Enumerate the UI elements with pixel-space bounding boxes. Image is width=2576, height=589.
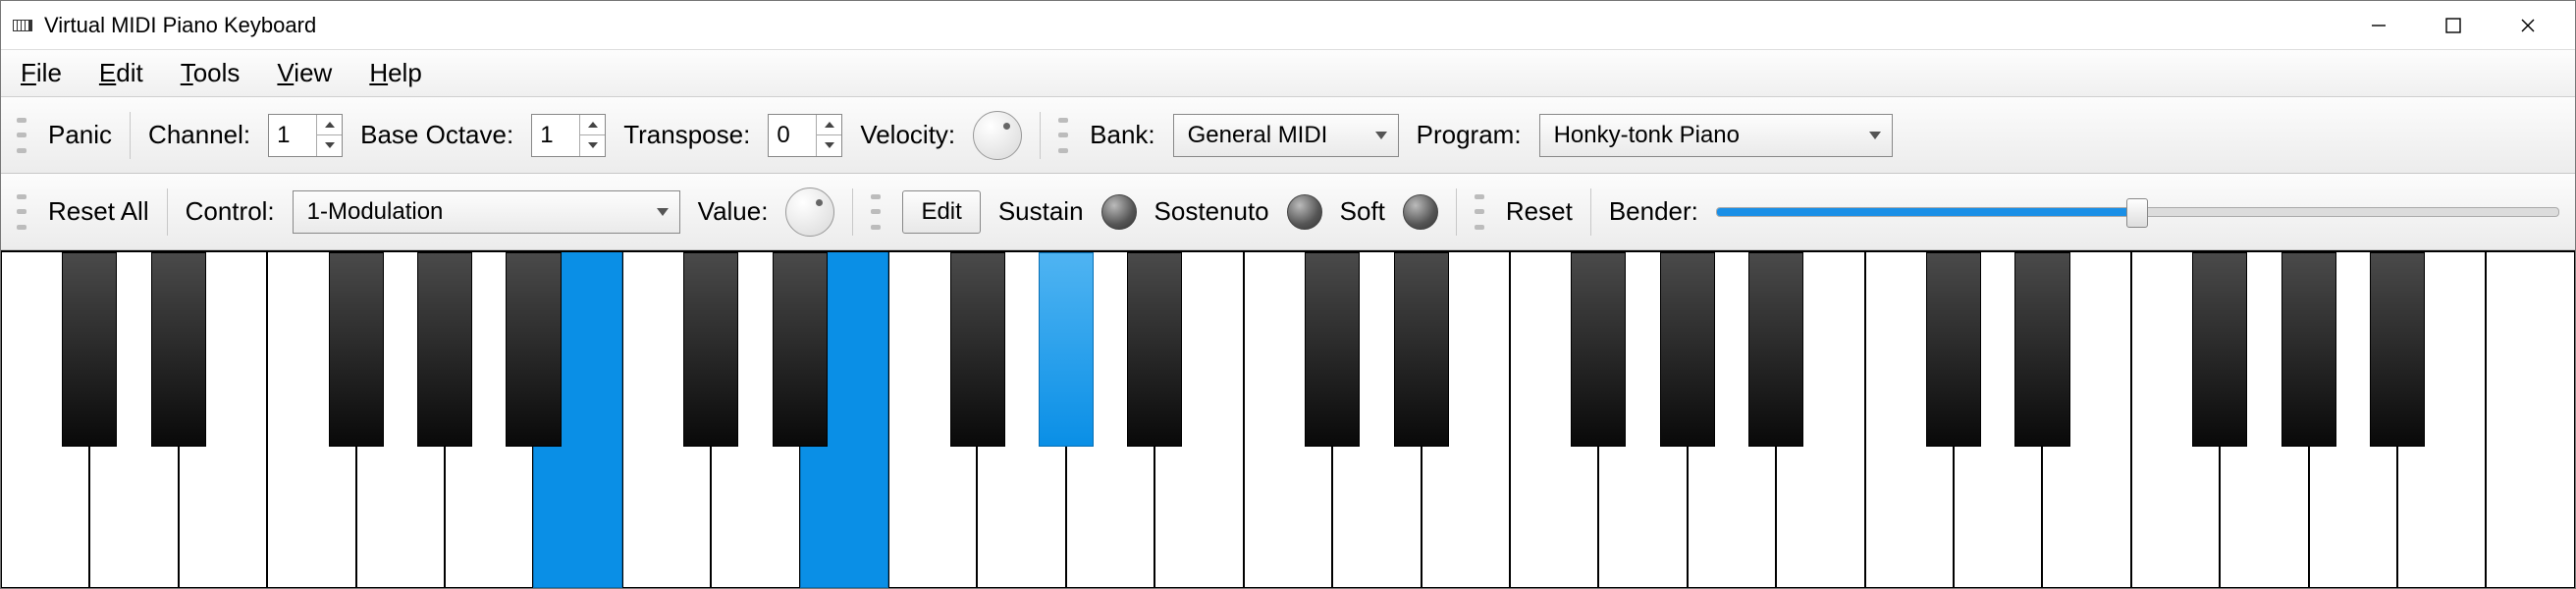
grip-icon [17,118,27,153]
control-value: 1-Modulation [307,198,444,226]
black-key[interactable] [1926,252,1981,447]
program-value: Honky-tonk Piano [1554,122,1740,149]
bender-label: Bender: [1609,196,1698,227]
velocity-knob[interactable] [973,111,1022,160]
bender-thumb[interactable] [2126,198,2148,228]
base-octave-spinbox[interactable] [531,114,606,157]
black-key[interactable] [773,252,828,447]
grip-icon [1058,118,1068,153]
menubar: File Edit Tools View Help [1,50,2575,97]
reset-button[interactable]: Reset [1506,196,1573,227]
window-title: Virtual MIDI Piano Keyboard [44,13,316,38]
transpose-label: Transpose: [623,120,750,150]
reset-all-button[interactable]: Reset All [48,196,149,227]
transpose-up[interactable] [817,115,841,136]
value-label: Value: [698,196,769,227]
channel-up[interactable] [317,115,342,136]
toolbar-main: Panic Channel: Base Octave: Transpose: [1,97,2575,174]
titlebar: Virtual MIDI Piano Keyboard [1,1,2575,50]
base-octave-label: Base Octave: [360,120,513,150]
edit-button[interactable]: Edit [902,190,980,234]
base-octave-input[interactable] [532,115,579,156]
black-key[interactable] [506,252,561,447]
panic-button[interactable]: Panic [48,120,112,150]
black-key[interactable] [1748,252,1803,447]
chevron-down-icon [1372,131,1390,140]
bender-slider[interactable] [1716,207,2559,217]
menu-view[interactable]: View [271,54,338,92]
transpose-spinbox[interactable] [768,114,842,157]
app-icon [11,14,34,37]
black-key[interactable] [1394,252,1449,447]
control-label: Control: [186,196,275,227]
app-window: Virtual MIDI Piano Keyboard File Edit To… [0,0,2576,589]
black-key[interactable] [1660,252,1715,447]
control-combo[interactable]: 1-Modulation [293,190,680,234]
base-octave-up[interactable] [580,115,605,136]
program-combo[interactable]: Honky-tonk Piano [1539,114,1893,157]
transpose-input[interactable] [769,115,816,156]
bank-combo[interactable]: General MIDI [1173,114,1399,157]
bank-label: Bank: [1090,120,1155,150]
channel-input[interactable] [269,115,316,156]
sustain-label: Sustain [998,196,1084,227]
black-key[interactable] [62,252,117,447]
channel-spinbox[interactable] [268,114,343,157]
value-knob[interactable] [785,187,834,237]
black-key[interactable] [1305,252,1360,447]
grip-icon [17,194,27,230]
close-button[interactable] [2491,1,2565,50]
sostenuto-indicator[interactable] [1287,194,1322,230]
base-octave-down[interactable] [580,135,605,156]
soft-label: Soft [1340,196,1385,227]
black-key[interactable] [2370,252,2425,447]
sustain-indicator[interactable] [1101,194,1137,230]
black-key[interactable] [417,252,472,447]
channel-label: Channel: [148,120,250,150]
toolbar-controls: Reset All Control: 1-Modulation Value: E… [1,174,2575,250]
chevron-down-icon [654,207,671,217]
transpose-down[interactable] [817,135,841,156]
menu-file[interactable]: File [15,54,68,92]
minimize-button[interactable] [2341,1,2416,50]
chevron-down-icon [1866,131,1884,140]
black-key[interactable] [1039,252,1094,447]
black-key[interactable] [2192,252,2247,447]
black-key[interactable] [950,252,1005,447]
black-key[interactable] [2281,252,2336,447]
maximize-button[interactable] [2416,1,2491,50]
black-key[interactable] [1127,252,1182,447]
menu-tools[interactable]: Tools [175,54,246,92]
bank-value: General MIDI [1188,122,1328,149]
white-key[interactable] [2486,252,2574,588]
grip-icon [1475,194,1484,230]
grip-icon [871,194,881,230]
channel-down[interactable] [317,135,342,156]
black-key[interactable] [2014,252,2069,447]
piano-keyboard [1,250,2575,588]
velocity-label: Velocity: [860,120,955,150]
sostenuto-label: Sostenuto [1154,196,1269,227]
black-key[interactable] [683,252,738,447]
soft-indicator[interactable] [1403,194,1438,230]
menu-help[interactable]: Help [363,54,427,92]
black-key[interactable] [151,252,206,447]
program-label: Program: [1417,120,1522,150]
black-key[interactable] [329,252,384,447]
black-key[interactable] [1571,252,1626,447]
menu-edit[interactable]: Edit [93,54,149,92]
